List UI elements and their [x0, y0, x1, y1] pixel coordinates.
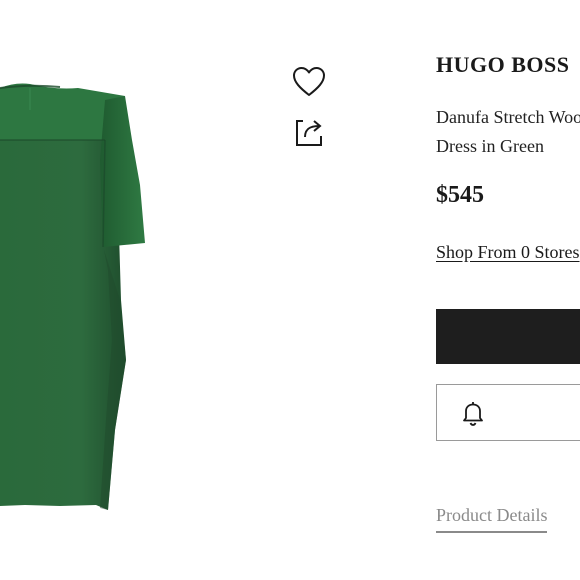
product-page: HUGO BOSS Danufa Stretch Wool Dress in G… [0, 0, 580, 580]
product-name: Danufa Stretch Wool Dress in Green [436, 107, 580, 156]
share-icon [296, 120, 322, 146]
bell-icon [463, 402, 483, 426]
notify-button[interactable] [436, 384, 580, 441]
product-price: $545 [436, 182, 484, 208]
shop-from-stores-link[interactable]: Shop From 0 Stores [436, 242, 580, 263]
wishlist-button[interactable] [290, 64, 328, 100]
brand-name[interactable]: HUGO BOSS [436, 52, 569, 78]
heart-icon [293, 67, 325, 96]
share-button[interactable] [290, 114, 328, 150]
tab-product-details[interactable]: Product Details [436, 505, 548, 533]
product-image[interactable] [0, 0, 290, 580]
primary-action-button[interactable] [436, 309, 580, 364]
